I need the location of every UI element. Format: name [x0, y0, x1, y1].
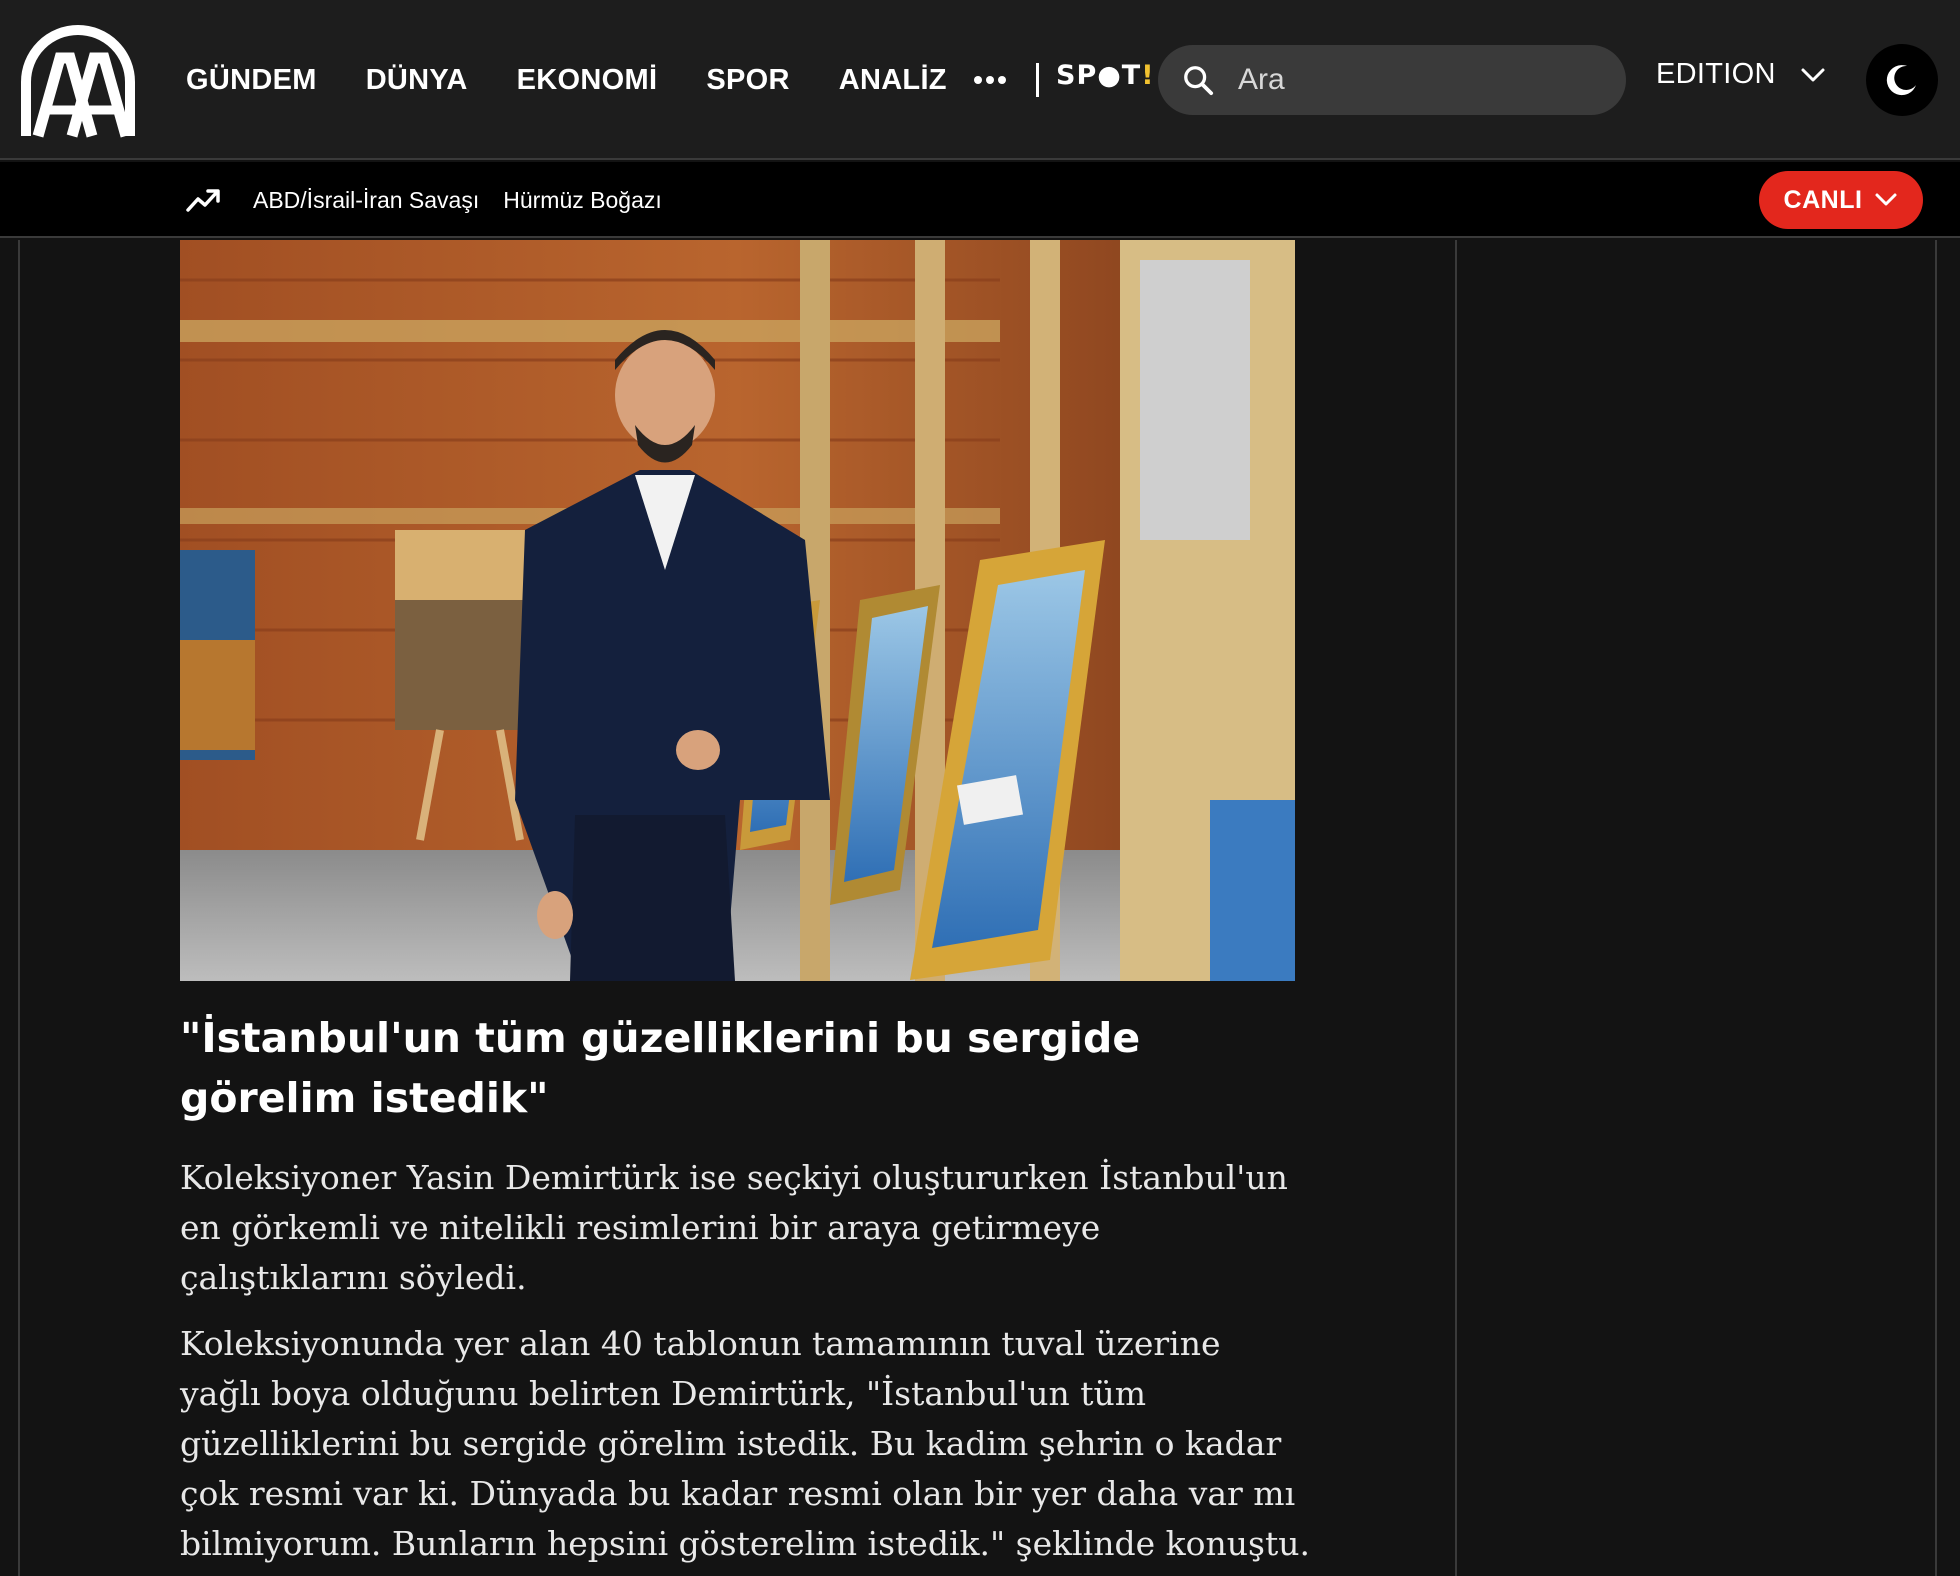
trending-bar: ABD/İsrail-İran Savaşı Hürmüz Boğazı CAN…	[0, 162, 1960, 238]
aa-logo[interactable]	[16, 18, 140, 142]
article-paragraph: Koleksiyoner Yasin Demirtürk ise seçkiyi…	[180, 1158, 1288, 1297]
live-button[interactable]: CANLI	[1759, 171, 1923, 229]
article-photo-image	[180, 240, 1295, 981]
site-header: GÜNDEM DÜNYA EKONOMİ SPOR ANALİZ SP●T! E…	[0, 0, 1960, 160]
article-subheading: "İstanbul'un tüm güzelliklerini bu sergi…	[180, 1014, 1141, 1122]
trending-link[interactable]: Hürmüz Boğazı	[503, 187, 662, 214]
live-label: CANLI	[1783, 185, 1863, 214]
nav-item-dunya[interactable]: DÜNYA	[366, 64, 468, 97]
ellipsis-icon[interactable]	[973, 66, 1007, 94]
chevron-down-icon	[1875, 193, 1897, 206]
edition-dropdown[interactable]: EDITION	[1656, 58, 1826, 91]
trending-link[interactable]: ABD/İsrail-İran Savaşı	[253, 187, 479, 214]
nav-item-analiz[interactable]: ANALİZ	[839, 64, 947, 97]
layout-rail-right	[1935, 240, 1937, 1576]
nav-divider	[1036, 63, 1039, 97]
dark-mode-toggle[interactable]	[1866, 44, 1938, 116]
search-input[interactable]	[1236, 62, 1626, 98]
chevron-down-icon	[1801, 68, 1825, 81]
search-box[interactable]	[1158, 45, 1626, 115]
main-nav: GÜNDEM DÜNYA EKONOMİ SPOR ANALİZ	[186, 0, 996, 160]
moon-icon	[1886, 65, 1916, 96]
article-photo	[180, 240, 1295, 981]
trending-up-icon	[186, 189, 220, 212]
spot-logo-text: SP●T	[1056, 60, 1142, 91]
spot-logo-bang: !	[1141, 60, 1155, 91]
nav-item-gundem[interactable]: GÜNDEM	[186, 64, 317, 97]
article-paragraph: Koleksiyonunda yer alan 40 tablonun tama…	[180, 1324, 1310, 1563]
edition-label: EDITION	[1656, 58, 1776, 90]
nav-item-ekonomi[interactable]: EKONOMİ	[517, 64, 658, 97]
spot-logo[interactable]: SP●T!	[1056, 60, 1155, 91]
trending-links: ABD/İsrail-İran Savaşı Hürmüz Boğazı	[253, 162, 686, 238]
layout-rail-left	[18, 240, 20, 1576]
nav-item-spor[interactable]: SPOR	[706, 64, 789, 97]
search-icon[interactable]	[1182, 63, 1214, 97]
layout-rail-sidebar	[1455, 240, 1457, 1576]
